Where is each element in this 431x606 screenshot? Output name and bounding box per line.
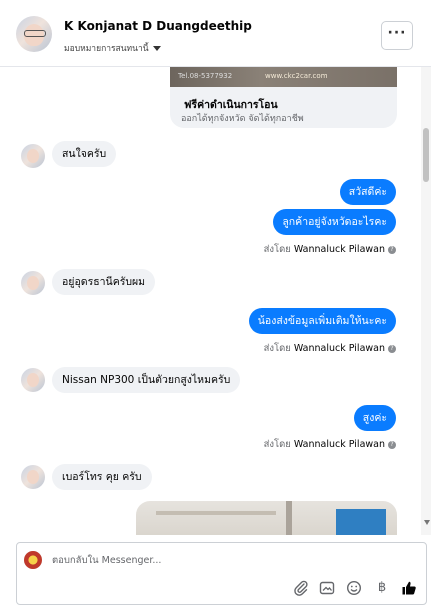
contact-avatar[interactable] xyxy=(16,16,52,52)
outgoing-message[interactable]: สวัสดีค่ะ xyxy=(339,179,396,205)
conversation-header: K Konjanat D Duangdeethip มอบหมายการสนทน… xyxy=(0,0,431,67)
gif-icon[interactable] xyxy=(319,580,335,596)
attachment-icon[interactable] xyxy=(293,580,309,596)
emoji-icon[interactable] xyxy=(346,580,362,596)
avatar-face xyxy=(27,149,39,163)
link-preview-card[interactable]: Tel.08-5377932 www.ckc2car.com ฟรีค่าดำเ… xyxy=(170,67,397,128)
outgoing-message[interactable]: ลูกค้าอยู่จังหวัดอะไรคะ xyxy=(273,209,396,235)
sent-by-note: ส่งโดย Wannaluck Pilawan? xyxy=(264,341,396,356)
page-avatar xyxy=(24,551,42,569)
outgoing-message[interactable]: น้องส่งข้อมูลเพิ่มเติมให้นะคะ xyxy=(248,308,396,334)
photo-detail xyxy=(336,509,386,535)
card-image-phone: Tel.08-5377932 xyxy=(178,72,233,80)
sent-by-agent: Wannaluck Pilawan xyxy=(293,343,385,354)
incoming-message[interactable]: อยู่อุดรธานีครับผม xyxy=(52,269,156,295)
incoming-message[interactable]: เบอร์โทร คุย ครับ xyxy=(52,464,152,490)
baht-icon[interactable]: ฿ xyxy=(374,580,390,596)
more-options-button[interactable]: ··· xyxy=(381,21,413,50)
card-subtitle: ออกได้ทุกจังหวัด จัดได้ทุกอาชีพ xyxy=(181,114,304,124)
scroll-down-arrow-icon[interactable] xyxy=(424,520,430,525)
avatar-glasses xyxy=(24,30,46,37)
contact-avatar-small xyxy=(21,465,45,489)
help-icon[interactable]: ? xyxy=(388,440,396,449)
sent-by-note: ส่งโดย Wannaluck Pilawan? xyxy=(264,437,396,452)
contact-avatar-small xyxy=(21,144,45,168)
sent-by-agent: Wannaluck Pilawan xyxy=(293,439,385,450)
sent-by-label: ส่งโดย xyxy=(263,343,291,354)
outgoing-message[interactable]: สูงค่ะ xyxy=(353,405,396,431)
contact-avatar-small xyxy=(21,368,45,392)
card-image: Tel.08-5377932 www.ckc2car.com xyxy=(170,67,397,87)
card-image-url: www.ckc2car.com xyxy=(265,72,328,80)
assign-conversation-label: มอบหมายการสนทนานี้ xyxy=(64,44,149,54)
sent-by-note: ส่งโดย Wannaluck Pilawan? xyxy=(264,242,396,257)
chevron-down-icon xyxy=(152,46,161,51)
contact-avatar-small xyxy=(21,271,45,295)
avatar-face xyxy=(27,276,39,290)
reply-input[interactable] xyxy=(52,551,352,569)
help-icon[interactable]: ? xyxy=(388,245,396,254)
avatar-face xyxy=(27,470,39,484)
message-thread[interactable]: Tel.08-5377932 www.ckc2car.com ฟรีค่าดำเ… xyxy=(0,67,431,535)
assign-conversation-dropdown[interactable]: มอบหมายการสนทนานี้ xyxy=(64,41,161,55)
photo-detail xyxy=(286,501,292,535)
photo-detail xyxy=(156,511,276,515)
like-icon[interactable] xyxy=(401,580,417,596)
help-icon[interactable]: ? xyxy=(388,344,396,353)
image-attachment[interactable] xyxy=(136,501,397,535)
sent-by-label: ส่งโดย xyxy=(263,244,291,255)
scrollbar-thumb[interactable] xyxy=(423,128,429,182)
incoming-message[interactable]: สนใจครับ xyxy=(52,141,117,167)
contact-name[interactable]: K Konjanat D Duangdeethip xyxy=(64,19,252,33)
sent-by-label: ส่งโดย xyxy=(263,439,291,450)
incoming-message[interactable]: Nissan NP300 เป็นตัวยกสูงไหมครับ xyxy=(52,367,241,393)
sent-by-agent: Wannaluck Pilawan xyxy=(293,244,385,255)
reply-composer: ฿ xyxy=(16,542,427,605)
avatar-face xyxy=(27,373,39,387)
